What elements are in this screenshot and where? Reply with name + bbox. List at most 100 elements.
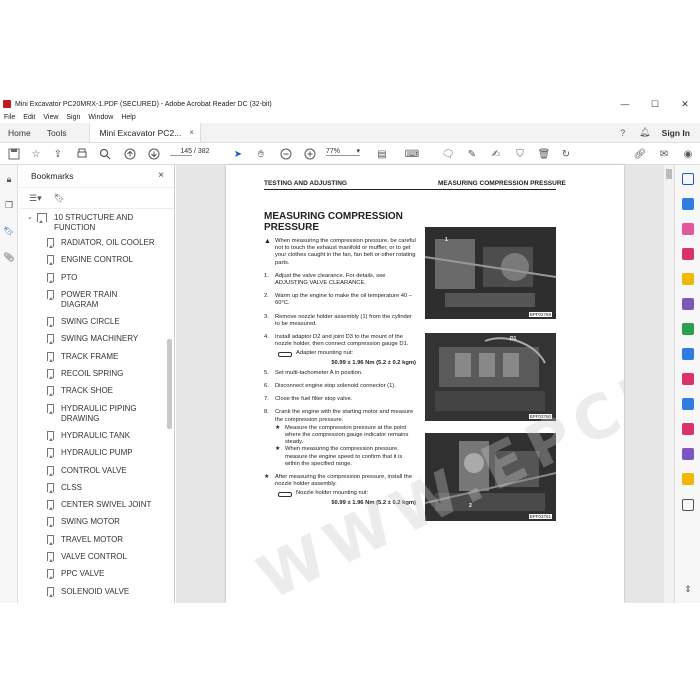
stamp-icon[interactable]: ⛉ (512, 146, 528, 162)
bookmark-item[interactable]: RECOIL SPRING (19, 369, 174, 380)
email-icon[interactable]: ✉ (656, 146, 672, 162)
stamp-tool-icon[interactable] (682, 473, 694, 485)
menu-help[interactable]: Help (121, 114, 135, 121)
bookmark-item[interactable]: POWER TRAIN DIAGRAM (19, 289, 174, 310)
engine-photo-image (425, 333, 556, 421)
bookmark-item[interactable]: VALVE CONTROL (19, 552, 174, 563)
sign-in-button[interactable]: Sign In (656, 123, 700, 142)
draw-icon[interactable]: ✍︎ (488, 146, 504, 162)
search-icon[interactable] (682, 173, 694, 185)
print-icon[interactable] (74, 146, 90, 162)
redact-icon[interactable] (682, 423, 694, 435)
toolbar: ☆ ⇪ 145 / 382 ➤ ✋︎ 77% ▤ ⌨︎ 🗨︎ ✎ ✍︎ (0, 143, 700, 165)
zoom-in-icon[interactable] (302, 146, 318, 162)
bookmark-item[interactable]: SWING CIRCLE (19, 317, 174, 328)
close-window-button[interactable]: ✕ (670, 99, 700, 110)
document-scrollbar[interactable] (664, 165, 674, 603)
menu-file[interactable]: File (4, 114, 15, 121)
more-tools-icon[interactable] (682, 499, 694, 511)
attachments-icon[interactable]: 📎︎ (3, 251, 15, 263)
menu-sign[interactable]: Sign (66, 114, 80, 121)
edit-pdf-icon[interactable] (682, 248, 694, 260)
delete-icon[interactable]: 🗑︎ (536, 146, 552, 162)
tab-close-icon[interactable]: × (189, 128, 194, 137)
bookmark-item[interactable]: PPC VALVE (19, 569, 174, 580)
search-icon[interactable] (97, 146, 113, 162)
prev-page-icon[interactable] (122, 146, 138, 162)
bookmark-item-label: TRACK FRAME (61, 351, 119, 361)
bookmark-item[interactable]: HYDRAULIC PUMP (19, 448, 174, 459)
export-pdf-icon[interactable] (682, 198, 694, 210)
close-icon[interactable]: × (158, 170, 164, 181)
protect-icon[interactable] (682, 398, 694, 410)
bookmark-item-label: ENGINE CONTROL (61, 255, 134, 265)
menu-edit[interactable]: Edit (23, 114, 35, 121)
bookmark-item[interactable]: TRACK FRAME (19, 351, 174, 362)
bookmark-item-label: RADIATOR, OIL COOLER (61, 238, 155, 247)
zoom-out-icon[interactable] (278, 146, 294, 162)
hand-tool-icon[interactable]: ✋︎ (253, 146, 269, 162)
page-number-input[interactable]: 145 (170, 148, 192, 156)
bookmark-item[interactable]: CENTER SWIVEL JOINT (19, 500, 174, 511)
bookmark-item[interactable]: SWING MACHINERY (19, 334, 174, 345)
options-menu-icon[interactable]: ☰▾ (29, 193, 42, 204)
bookmark-item[interactable]: SWING MOTOR (19, 517, 174, 528)
bookmark-panel-icon[interactable]: 🔖︎ (3, 225, 15, 237)
fill-sign-icon[interactable] (682, 373, 694, 385)
bookmark-parent[interactable]: ⌄ 10 STRUCTURE AND FUNCTION (19, 213, 174, 233)
organize-pages-icon[interactable] (682, 323, 694, 335)
bookmark-item[interactable]: TRACK SHOE (19, 386, 174, 397)
account-icon[interactable]: ◉ (680, 146, 696, 162)
scan-ocr-icon[interactable] (682, 348, 694, 360)
expand-panel-icon[interactable]: ⇕ (682, 583, 694, 595)
bookmark-item[interactable]: PTO (19, 272, 174, 283)
bookmark-item[interactable]: HYDRAULIC PIPING DRAWING (19, 403, 174, 424)
link-icon[interactable]: 🔗︎ (632, 146, 648, 162)
step: 7. Close the fuel filter stop valve. (264, 396, 353, 403)
create-pdf-icon[interactable] (682, 223, 694, 235)
bookmark-item[interactable]: HYDRAULIC TANK (19, 430, 174, 441)
tab-document[interactable]: Mini Excavator PC2... × (88, 123, 201, 142)
lock-icon[interactable]: 🔒︎ (3, 173, 15, 185)
bookmarks-panel: Bookmarks × ☰▾ 🔖︎ ⌄ 10 STRUCTURE AND FUN… (19, 165, 175, 603)
zoom-dropdown[interactable]: 77% (326, 147, 360, 156)
select-cursor-icon[interactable]: ➤ (230, 146, 246, 162)
star-icon[interactable]: ☆ (28, 146, 44, 162)
bookmark-item[interactable]: CONTROL VALVE (19, 465, 174, 476)
send-sign-icon[interactable] (682, 448, 694, 460)
bookmark-item[interactable]: ENGINE CONTROL (19, 255, 174, 266)
menu-window[interactable]: Window (88, 114, 113, 121)
bookmark-item[interactable]: RADIATOR, OIL COOLER (19, 238, 174, 248)
help-icon[interactable]: ? (612, 123, 634, 142)
page-thumbnails-icon[interactable]: ❐ (3, 199, 15, 211)
chevron-down-icon[interactable]: ⌄ (27, 213, 37, 233)
combine-files-icon[interactable] (682, 298, 694, 310)
bookmarks-scrollbar[interactable] (167, 339, 172, 429)
scrollbar-thumb[interactable] (666, 169, 672, 179)
bookmark-item[interactable]: CLSS (19, 482, 174, 493)
bookmark-icon (47, 255, 54, 266)
bookmark-item[interactable]: TRAVEL MOTOR (19, 534, 174, 545)
rotate-icon[interactable]: ↻ (558, 146, 574, 162)
comment-icon[interactable]: 🗨︎ (440, 146, 456, 162)
menu-view[interactable]: View (43, 114, 58, 121)
engine-photo: 2 BPF03761 (425, 433, 556, 521)
bookmark-item-label: POWER TRAIN DIAGRAM (61, 289, 118, 309)
bell-icon[interactable]: 🔔︎ (634, 123, 656, 142)
bookmark-item[interactable]: SOLENOID VALVE (19, 586, 174, 597)
save-icon[interactable] (6, 146, 22, 162)
comment-tool-icon[interactable] (682, 273, 694, 285)
add-bookmark-icon[interactable]: 🔖︎ (54, 193, 65, 204)
tab-home[interactable]: Home (0, 123, 39, 142)
next-page-icon[interactable] (146, 146, 162, 162)
tab-tools[interactable]: Tools (39, 123, 75, 142)
highlight-pen-icon[interactable]: ✎ (464, 146, 480, 162)
page-fit-icon[interactable]: ▤ (374, 146, 390, 162)
maximize-button[interactable]: ☐ (640, 99, 670, 110)
upload-icon[interactable]: ⇪ (50, 146, 66, 162)
keyboard-icon[interactable]: ⌨︎ (404, 146, 420, 162)
sub-note: ★ Measure the compression pressure at the… (275, 424, 409, 446)
minimize-button[interactable]: — (610, 99, 640, 109)
bookmark-icon (47, 534, 54, 545)
document-area[interactable]: TESTING AND ADJUSTING MEASURING COMPRESS… (176, 165, 674, 603)
